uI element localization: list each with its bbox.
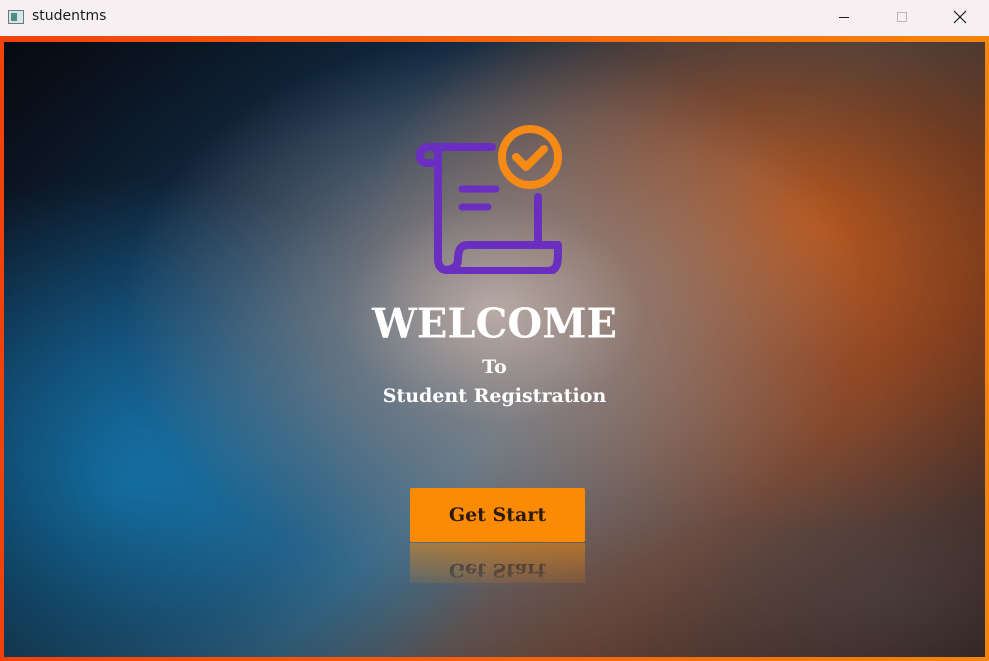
minimize-icon (839, 17, 849, 18)
button-reflection-image: Get Start (410, 543, 585, 583)
app-window-icon (8, 10, 24, 24)
get-start-button[interactable]: Get Start (410, 488, 585, 542)
maximize-button[interactable] (879, 0, 925, 34)
certificate-scroll-check-icon (415, 125, 562, 274)
maximize-icon (897, 12, 907, 22)
get-start-button-label: Get Start (448, 504, 547, 526)
minimize-button[interactable] (821, 0, 867, 34)
button-reflection-label: Get Start (448, 559, 547, 581)
welcome-heading: WELCOME (372, 299, 617, 348)
close-button[interactable] (937, 0, 983, 34)
app-subtitle: Student Registration (382, 385, 607, 407)
content-frame: WELCOME To Student Registration Get Star… (0, 36, 989, 661)
close-icon (953, 10, 967, 24)
to-text: To (482, 356, 507, 378)
button-reflection: Get Start (410, 543, 585, 583)
app-window: studentms WELCOME To Student Registratio… (0, 0, 989, 661)
window-title: studentms (32, 8, 107, 24)
title-bar[interactable]: studentms (0, 0, 989, 36)
welcome-panel: WELCOME To Student Registration Get Star… (4, 42, 985, 657)
